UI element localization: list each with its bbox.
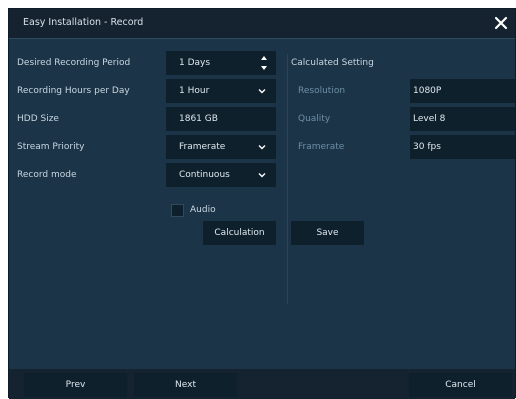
chevron-down-icon	[258, 145, 266, 150]
stream-priority-select[interactable]: Framerate	[166, 135, 276, 159]
calculation-button[interactable]: Calculation	[203, 221, 276, 245]
dialog-content: Desired Recording Period Recording Hours…	[9, 39, 515, 369]
easy-installation-record-dialog: Easy Installation - Record Desired Recor…	[8, 8, 516, 399]
dialog-footer: Prev Next Cancel	[9, 369, 515, 399]
cancel-button[interactable]: Cancel	[409, 373, 512, 397]
close-icon	[494, 16, 508, 30]
framerate-value: 30 fps	[413, 142, 441, 152]
quality-value-field: Level 8	[410, 107, 515, 131]
hdd-size-value: 1861 GB	[179, 114, 218, 124]
calculated-setting-title: Calculated Setting	[291, 58, 374, 68]
recording-hours-label: Recording Hours per Day	[17, 86, 130, 96]
title-bar: Easy Installation - Record	[9, 9, 515, 39]
audio-checkbox[interactable]	[171, 204, 184, 217]
framerate-label: Framerate	[298, 142, 345, 152]
chevron-down-icon	[258, 173, 266, 178]
recording-hours-select[interactable]: 1 Hour	[166, 79, 276, 103]
recording-hours-value: 1 Hour	[179, 86, 210, 96]
dialog-title: Easy Installation - Record	[23, 17, 144, 28]
resolution-value-field: 1080P	[410, 79, 515, 103]
record-mode-value: Continuous	[179, 170, 230, 180]
recording-period-stepper[interactable]: 1 Days	[166, 51, 276, 75]
quality-value: Level 8	[413, 114, 446, 124]
next-button[interactable]: Next	[134, 373, 237, 397]
close-button[interactable]	[491, 13, 511, 33]
recording-period-value: 1 Days	[179, 58, 211, 68]
chevron-down-icon	[258, 89, 266, 94]
record-mode-label: Record mode	[17, 170, 77, 180]
stream-priority-value: Framerate	[179, 142, 226, 152]
spin-arrows-icon[interactable]	[260, 54, 268, 72]
quality-label: Quality	[298, 114, 331, 124]
record-mode-select[interactable]: Continuous	[166, 163, 276, 187]
prev-button[interactable]: Prev	[24, 373, 127, 397]
hdd-size-field: 1861 GB	[166, 107, 276, 131]
stream-priority-label: Stream Priority	[17, 142, 85, 152]
save-button[interactable]: Save	[291, 221, 364, 245]
resolution-value: 1080P	[413, 86, 442, 96]
hdd-size-label: HDD Size	[17, 114, 59, 124]
recording-period-label: Desired Recording Period	[17, 58, 131, 68]
audio-label: Audio	[190, 205, 216, 215]
framerate-value-field: 30 fps	[410, 135, 515, 159]
column-divider	[287, 54, 288, 304]
resolution-label: Resolution	[298, 86, 346, 96]
